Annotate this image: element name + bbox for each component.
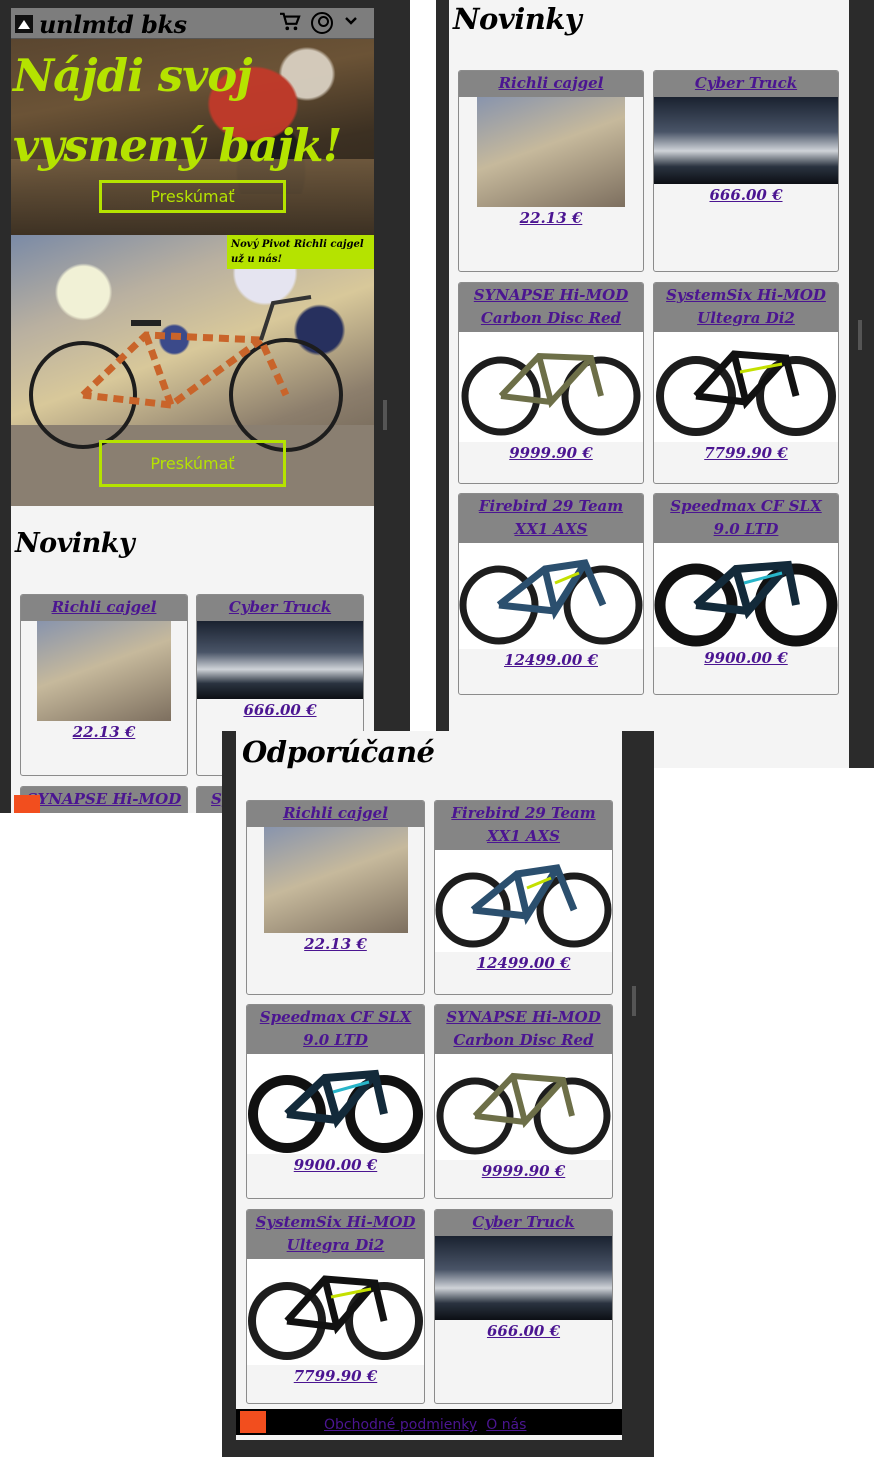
product-name[interactable]: Richli cajgel [459,71,643,97]
novinky-heading: Novinky [15,528,135,559]
product-name[interactable]: Speedmax CF SLX 9.0 LTD [654,494,838,543]
product-card[interactable]: Speedmax CF SLX 9.0 LTD 9900.00 € [246,1004,425,1199]
hero-banner: Nájdi svoj vysnený bajk! Preskúmať [11,39,374,235]
product-name[interactable]: Cyber Truck [197,595,363,621]
product-card[interactable]: SystemSix Hi-MOD Ultegra Di2 7799.90 € [653,282,839,484]
terms-link[interactable]: Obchodné podmienky [324,1417,477,1433]
top-navbar: unlmtd bks [11,8,374,39]
screenshot-panel-novinky: Novinky Richli cajgel 22.13 € Cyber Truc… [436,0,874,768]
product-card[interactable]: SystemSix Hi-MOD Ultegra Di2 7799.90 € [246,1209,425,1404]
logo-icon[interactable] [15,15,33,33]
product-card[interactable]: Richli cajgel 22.13 € [458,70,644,272]
product-image[interactable] [263,827,408,933]
product-card[interactable]: Richli cajgel 22.13 € [246,800,425,995]
product-price[interactable]: 12499.00 € [435,954,612,972]
product-price[interactable]: 9900.00 € [247,1156,424,1174]
product-name[interactable]: SYNAPSE Hi-MOD Carbon Disc Red [435,1005,612,1054]
product-image[interactable] [654,332,838,442]
screenshot-panel-odporucane: Odporúčané Richli cajgel 22.13 € Firebir… [222,731,654,1457]
product-price[interactable]: 9900.00 € [654,649,838,667]
product-image[interactable] [654,543,838,647]
resize-grip[interactable] [383,400,387,430]
product-name[interactable]: SYNAPSE Hi-MOD Carbon Disc Red [459,283,643,332]
product-name[interactable]: Speedmax CF SLX 9.0 LTD [247,1005,424,1054]
product-card[interactable]: Firebird 29 Team XX1 AXS 12499.00 € [434,800,613,995]
product-image[interactable] [37,621,171,721]
phone-screen: unlmtd bks Nájdi svoj vysnený bajk! Pres… [11,8,374,813]
product-price[interactable]: 666.00 € [654,186,838,204]
screenshot-panel-home-top: unlmtd bks Nájdi svoj vysnený bajk! Pres… [0,0,410,813]
product-price[interactable]: 666.00 € [435,1322,612,1340]
phone-screen: Novinky Richli cajgel 22.13 € Cyber Truc… [449,0,849,768]
product-card[interactable]: SYNAPSE Hi-MOD Carbon Disc Red 9999.90 € [458,282,644,484]
product-card[interactable]: Cyber Truck 666.00 € [653,70,839,272]
resize-grip[interactable] [632,986,636,1016]
product-name[interactable]: Cyber Truck [654,71,838,97]
product-name[interactable]: Richli cajgel [247,801,424,827]
product-name[interactable]: SYNAPSE Hi-MOD [21,787,187,813]
product-name[interactable]: SystemSix Hi-MOD Ultegra Di2 [654,283,838,332]
product-price[interactable]: 7799.90 € [654,444,838,462]
product-image[interactable] [197,621,363,699]
product-card[interactable]: Cyber Truck 666.00 € [434,1209,613,1404]
product-image[interactable] [435,850,612,952]
product-image[interactable] [459,543,643,649]
promo-bike-image [29,295,343,452]
product-image[interactable] [435,1236,612,1320]
footer: Obchodné podmienky O nás [236,1409,622,1435]
footer-logo-icon [240,1411,266,1433]
hero-title: Nájdi svoj vysnený bajk! [13,49,342,172]
product-image[interactable] [435,1054,612,1160]
product-price[interactable]: 7799.90 € [247,1367,424,1385]
product-name[interactable]: Richli cajgel [21,595,187,621]
promo-explore-button[interactable]: Preskúmať [99,440,286,487]
product-card[interactable]: Richli cajgel 22.13 € [20,594,188,776]
product-image[interactable] [247,1259,424,1365]
product-card[interactable]: Firebird 29 Team XX1 AXS 12499.00 € [458,493,644,695]
footer-links: Obchodné podmienky O nás [324,1414,526,1433]
product-name[interactable]: Firebird 29 Team XX1 AXS [435,801,612,850]
promo-badge: Nový Pivot Richli cajgel už u nás! [227,235,374,269]
product-price[interactable]: 9999.90 € [459,444,643,462]
product-price[interactable]: 9999.90 € [435,1162,612,1180]
promo-banner: Nový Pivot Richli cajgel už u nás! Presk… [11,235,374,506]
product-price[interactable]: 666.00 € [197,701,363,719]
hero-explore-button[interactable]: Preskúmať [99,180,286,213]
product-image[interactable] [247,1054,424,1154]
phone-screen: Odporúčané Richli cajgel 22.13 € Firebir… [236,731,622,1440]
product-name[interactable]: Firebird 29 Team XX1 AXS [459,494,643,543]
product-price[interactable]: 22.13 € [247,935,424,953]
app-logo-icon [14,795,40,813]
novinky-heading: Novinky [453,2,582,36]
odporucane-heading: Odporúčané [242,735,435,769]
product-image[interactable] [459,332,643,442]
cart-icon[interactable] [279,12,301,32]
brand-name[interactable]: unlmtd bks [39,10,187,39]
product-price[interactable]: 12499.00 € [459,651,643,669]
product-name[interactable]: SystemSix Hi-MOD Ultegra Di2 [247,1210,424,1259]
account-icon[interactable] [311,12,333,34]
product-price[interactable]: 22.13 € [21,723,187,741]
product-name[interactable]: Cyber Truck [435,1210,612,1236]
chevron-down-icon[interactable] [344,14,358,28]
about-link[interactable]: O nás [486,1417,526,1433]
resize-grip[interactable] [858,320,862,350]
product-price[interactable]: 22.13 € [459,209,643,227]
product-image[interactable] [477,97,625,207]
product-card[interactable]: Speedmax CF SLX 9.0 LTD 9900.00 € [653,493,839,695]
product-image[interactable] [654,97,838,184]
product-card[interactable]: SYNAPSE Hi-MOD [20,786,188,813]
product-card[interactable]: SYNAPSE Hi-MOD Carbon Disc Red 9999.90 € [434,1004,613,1199]
